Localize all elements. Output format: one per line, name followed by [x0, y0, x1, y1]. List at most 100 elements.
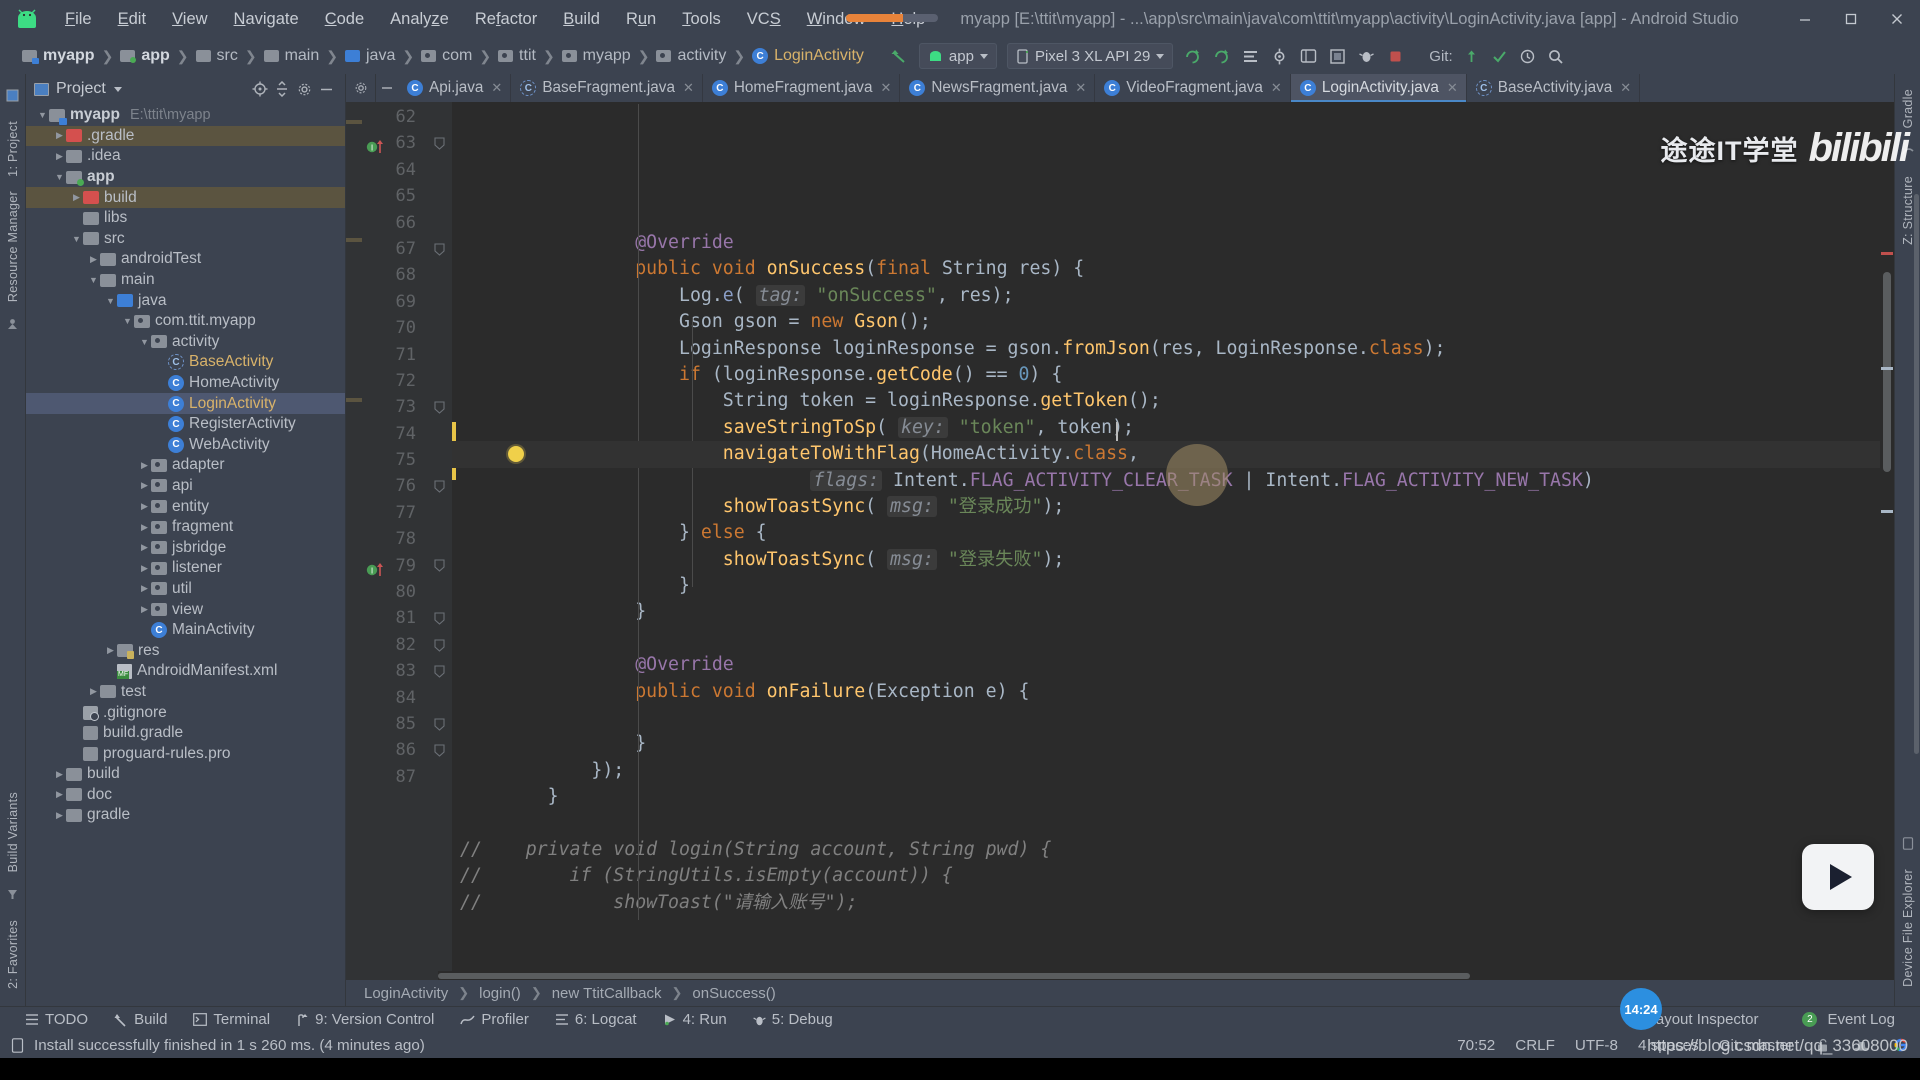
sidebar-item-build-variants[interactable]: Build Variants — [6, 792, 20, 872]
tree-node-view[interactable]: ▶ view — [26, 599, 345, 620]
chevron-right-icon[interactable]: ▶ — [138, 604, 151, 615]
code-line[interactable]: flags: Intent.FLAG_ACTIVITY_CLEAR_TASK |… — [452, 468, 1894, 494]
chevron-right-icon[interactable]: ▶ — [138, 460, 151, 471]
fold-marker[interactable] — [426, 473, 452, 499]
code-line[interactable] — [452, 705, 1894, 731]
editor-horizontal-scrollbar[interactable] — [438, 971, 1872, 980]
fold-marker[interactable] — [426, 262, 452, 288]
fold-marker[interactable] — [426, 183, 452, 209]
refresh-icon[interactable] — [1212, 47, 1231, 66]
fold-marker[interactable] — [426, 157, 452, 183]
tree-node-app[interactable]: ▼ app — [26, 167, 345, 188]
chevron-down-icon[interactable]: ▼ — [87, 275, 100, 285]
fold-marker[interactable] — [426, 737, 452, 763]
code-line[interactable]: // if (StringUtils.isEmpty(account)) { — [452, 863, 1894, 889]
tool-profiler[interactable]: Profiler — [447, 1011, 542, 1028]
tool-terminal[interactable]: Terminal — [180, 1011, 283, 1028]
tool-event-log[interactable]: 2 Event Log — [1789, 1011, 1908, 1028]
line-separator[interactable]: CRLF — [1515, 1037, 1555, 1054]
close-icon[interactable]: ✕ — [683, 80, 694, 96]
sidebar-item-structure[interactable]: Z: Structure — [1901, 176, 1915, 245]
layout-inspector-icon[interactable] — [1328, 47, 1347, 66]
tree-node--idea[interactable]: ▶ .idea — [26, 146, 345, 167]
tool-todo[interactable]: TODO — [12, 1011, 101, 1028]
menu-analyze[interactable]: Analyze — [377, 6, 462, 33]
code-line[interactable]: } — [452, 731, 1894, 757]
menu-edit[interactable]: Edit — [105, 6, 159, 33]
editor-tabs[interactable]: C Api.java ✕ C BaseFragment.java ✕ C HomeFragme… — [398, 74, 1641, 102]
fold-marker[interactable] — [426, 553, 452, 579]
editor-tab-newsfragment-java[interactable]: C NewsFragment.java ✕ — [900, 74, 1096, 102]
line-number[interactable]: I 79 — [362, 553, 426, 579]
fold-marker[interactable] — [426, 342, 452, 368]
line-number[interactable]: 72 — [362, 368, 426, 394]
line-number[interactable]: 81 — [362, 605, 426, 631]
tree-node-res[interactable]: ▶ res — [26, 640, 345, 661]
line-number[interactable]: 62 — [362, 104, 426, 130]
chevron-right-icon[interactable]: ▶ — [70, 192, 83, 203]
fold-marker[interactable] — [426, 526, 452, 552]
editor-tab-baseactivity-java[interactable]: C BaseActivity.java ✕ — [1467, 74, 1641, 102]
editor-tab-api-java[interactable]: C Api.java ✕ — [398, 74, 512, 102]
tool-logcat[interactable]: 6: Logcat — [542, 1011, 650, 1028]
code-line[interactable]: } — [452, 599, 1894, 625]
back-arrow-icon[interactable] — [890, 47, 909, 66]
line-number[interactable]: 80 — [362, 579, 426, 605]
minimize-button[interactable] — [1782, 0, 1828, 38]
chevron-right-icon[interactable]: ▶ — [53, 151, 66, 162]
tree-node-activity[interactable]: ▼ activity — [26, 332, 345, 353]
line-number[interactable]: 87 — [362, 764, 426, 790]
code-line[interactable]: // showToast("请输入账号"); — [452, 890, 1894, 916]
menu-bar[interactable]: File Edit View Navigate Code Analyze Ref… — [52, 6, 938, 33]
project-tree[interactable]: ▼ myapp E:\ttit\myapp ▶ .gradle ▶ .idea ▼ app ▶ bu… — [26, 104, 345, 1006]
code-line[interactable]: public void onFailure(Exception e) { — [452, 679, 1894, 705]
breadcrumb[interactable]: myapp ❯ app ❯ src ❯ main ❯ java ❯ com ❯ ttit ❯ myapp ❯ a… — [22, 47, 864, 65]
code-line[interactable]: saveStringToSp( key: "token", token); — [452, 415, 1894, 441]
editor-tab-basefragment-java[interactable]: C BaseFragment.java ✕ — [511, 74, 703, 102]
fold-marker[interactable] — [426, 236, 452, 262]
line-number[interactable]: 83 — [362, 658, 426, 684]
editor-tab-loginactivity-java[interactable]: C LoginActivity.java ✕ — [1290, 74, 1467, 102]
caret-position[interactable]: 70:52 — [1457, 1037, 1495, 1054]
git-history-icon[interactable] — [1518, 47, 1537, 66]
line-number[interactable]: 84 — [362, 685, 426, 711]
editor-breadcrumb-item[interactable]: login() — [479, 985, 521, 1002]
tree-node-fragment[interactable]: ▶ fragment — [26, 517, 345, 538]
line-number[interactable]: 71 — [362, 342, 426, 368]
fold-marker[interactable] — [426, 394, 452, 420]
tree-node-registeractivity[interactable]: C RegisterActivity — [26, 414, 345, 435]
line-number[interactable]: 66 — [362, 210, 426, 236]
editor-tab-videofragment-java[interactable]: C VideoFragment.java ✕ — [1095, 74, 1291, 102]
editor-breadcrumb[interactable]: LoginActivity ❯ login() ❯ new TtitCallback ❯ o… — [346, 980, 1894, 1006]
menu-tools[interactable]: Tools — [669, 6, 734, 33]
tree-node-api[interactable]: ▶ api — [26, 476, 345, 497]
code-line[interactable]: String token = loginResponse.getToken(); — [452, 388, 1894, 414]
tree-node-build[interactable]: ▶ build — [26, 187, 345, 208]
editor-vertical-scrollbar[interactable] — [1880, 102, 1894, 980]
fold-marker[interactable] — [426, 500, 452, 526]
fold-marker[interactable] — [426, 447, 452, 473]
tree-node-homeactivity[interactable]: C HomeActivity — [26, 373, 345, 394]
git-update-icon[interactable] — [1462, 47, 1481, 66]
sidebar-item-device-file-explorer[interactable]: Device File Explorer — [1901, 869, 1915, 987]
close-icon[interactable]: ✕ — [1271, 80, 1282, 96]
chevron-right-icon[interactable]: ▶ — [87, 254, 100, 265]
close-button[interactable] — [1874, 0, 1920, 38]
code-line[interactable]: public void onSuccess(final String res) … — [452, 256, 1894, 282]
menu-navigate[interactable]: Navigate — [221, 6, 312, 33]
line-number[interactable]: 74 — [362, 421, 426, 447]
code-line[interactable]: // private void login(String account, St… — [452, 837, 1894, 863]
chevron-down-icon[interactable] — [1156, 53, 1165, 59]
tree-node-myapp[interactable]: ▼ myapp E:\ttit\myapp — [26, 105, 345, 126]
chevron-down-icon[interactable]: ▼ — [138, 337, 151, 347]
menu-view[interactable]: View — [159, 6, 220, 33]
breadcrumb-item-loginactivity[interactable]: C LoginActivity — [752, 47, 864, 65]
tree-node-build-gradle[interactable]: build.gradle — [26, 723, 345, 744]
code-line[interactable]: } — [452, 784, 1894, 810]
play-button-overlay[interactable] — [1802, 844, 1874, 910]
chevron-down-icon[interactable] — [979, 53, 988, 59]
close-icon[interactable]: ✕ — [1447, 80, 1458, 96]
sidebar-item-resource-manager[interactable]: Resource Manager — [6, 191, 20, 302]
close-icon[interactable]: ✕ — [1075, 80, 1086, 96]
chevron-right-icon[interactable]: ▶ — [53, 769, 66, 780]
